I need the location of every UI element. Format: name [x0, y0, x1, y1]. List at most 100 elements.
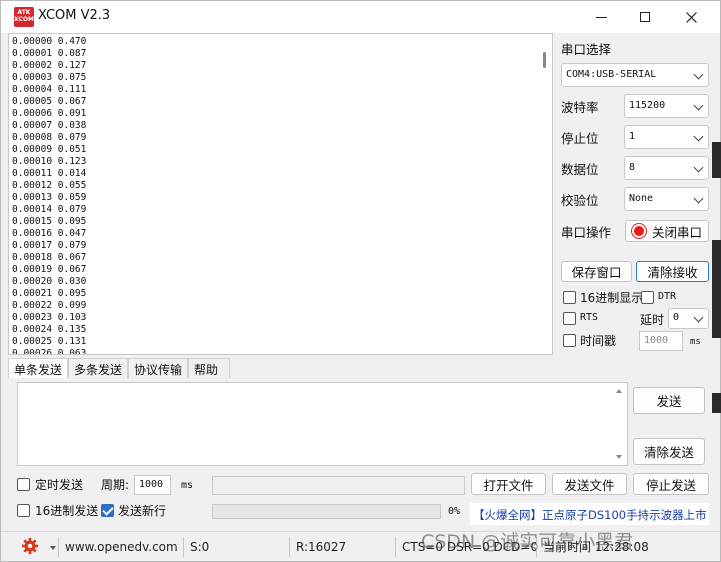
delay-label: 延时 — [640, 313, 665, 327]
receive-line: 0.00008 0.079 — [12, 132, 87, 143]
receive-line: 0.00016 0.047 — [12, 228, 87, 239]
receive-line: 0.00023 0.103 — [12, 312, 87, 323]
receive-line: 0.00024 0.135 — [12, 324, 87, 335]
ad-link[interactable]: 【火爆全网】正点原子DS100手持示波器上市 — [470, 503, 709, 525]
tab-single-send[interactable]: 单条发送 — [8, 358, 69, 378]
scroll-down-icon[interactable] — [616, 455, 622, 459]
port-label: 串口选择 — [561, 42, 612, 57]
receive-line: 0.00010 0.123 — [12, 156, 87, 167]
receive-line: 0.00000 0.470 — [12, 36, 87, 47]
scroll-up-icon[interactable] — [616, 389, 622, 393]
receive-textarea[interactable]: 0.00000 0.470 0.00001 0.087 0.00002 0.127 0… — [8, 33, 553, 355]
receive-line: 0.00017 0.079 — [12, 240, 87, 251]
stopbit-select[interactable]: 1 — [624, 125, 709, 149]
period-unit: ms — [181, 480, 194, 491]
maximize-icon[interactable] — [622, 1, 668, 33]
gear-icon[interactable] — [21, 537, 39, 555]
clear-send-button[interactable]: 清除发送 — [633, 438, 705, 465]
receive-line: 0.00014 0.079 — [12, 204, 87, 215]
dtr-label: DTR — [658, 291, 677, 302]
save-window-button[interactable]: 保存窗口 — [561, 261, 632, 282]
background-window-strip — [712, 240, 721, 338]
port-op-label: 串口操作 — [561, 225, 612, 240]
tab-protocol[interactable]: 协议传输 — [128, 358, 189, 378]
receive-line: 0.00018 0.067 — [12, 252, 87, 263]
timestamp-checkbox[interactable] — [563, 334, 576, 347]
website-link[interactable]: www.openedv.com — [58, 537, 181, 557]
receive-line: 0.00011 0.014 — [12, 168, 87, 179]
receive-line: 0.00006 0.091 — [12, 108, 87, 119]
stop-send-button[interactable]: 停止发送 — [633, 473, 709, 495]
baud-select-value: 115200 — [629, 100, 666, 111]
send-button[interactable]: 发送 — [633, 387, 705, 414]
open-file-button[interactable]: 打开文件 — [471, 473, 546, 495]
received-count: R:16027 — [289, 537, 393, 557]
databit-label: 数据位 — [561, 162, 599, 177]
send-file-button[interactable]: 发送文件 — [552, 473, 627, 495]
databit-select[interactable]: 8 — [624, 156, 709, 180]
receive-line: 0.00001 0.087 — [12, 48, 87, 59]
rts-label: RTS — [580, 312, 599, 323]
send-textarea[interactable] — [17, 382, 628, 466]
receive-line: 0.00020 0.030 — [12, 276, 87, 287]
baud-select[interactable]: 115200 — [624, 94, 709, 118]
stopbit-select-value: 1 — [629, 131, 636, 142]
send-scrollbar[interactable] — [612, 383, 627, 465]
clear-receive-button[interactable]: 清除接收 — [636, 261, 709, 282]
receive-scrollbar[interactable] — [537, 34, 552, 354]
close-port-label: 关闭串口 — [651, 224, 702, 240]
file-path-field — [212, 476, 465, 495]
chevron-down-icon — [693, 131, 704, 142]
app-logo-icon: ATK XCOM — [14, 7, 34, 27]
window-title: XCOM V2.3 — [38, 8, 111, 23]
timed-send-label: 定时发送 — [35, 478, 84, 492]
chevron-down-icon[interactable] — [50, 546, 56, 550]
send-newline-label: 发送新行 — [118, 504, 167, 518]
delay-select[interactable]: 0 — [668, 308, 709, 329]
hex-send-checkbox[interactable] — [17, 504, 30, 517]
hex-display-checkbox[interactable] — [563, 291, 576, 304]
parity-select-value: None — [629, 193, 654, 204]
watermark: CSDN @诚实可靠小黑君 — [421, 531, 634, 553]
tab-multi-send[interactable]: 多条发送 — [68, 358, 129, 378]
parity-select[interactable]: None — [624, 187, 709, 211]
receive-line: 0.00013 0.059 — [12, 192, 87, 203]
receive-line: 0.00012 0.055 — [12, 180, 87, 191]
rts-checkbox[interactable] — [563, 312, 576, 325]
port-select-value: COM4:USB-SERIAL — [566, 69, 657, 80]
receive-line: 0.00019 0.067 — [12, 264, 87, 275]
delay-select-value: 0 — [673, 312, 680, 323]
close-icon[interactable] — [668, 1, 714, 33]
tab-help[interactable]: 帮助 — [188, 358, 231, 378]
receive-line: 0.00021 0.095 — [12, 288, 87, 299]
minimize-icon[interactable] — [578, 1, 624, 33]
period-input[interactable]: 1000 — [134, 475, 171, 495]
port-select[interactable]: COM4:USB-SERIAL — [561, 63, 709, 87]
app-window: ATK XCOM XCOM V2.3 0.00000 0.470 0.00001 0… — [0, 0, 721, 562]
receive-lines: 0.00000 0.470 0.00001 0.087 0.00002 0.127 0… — [12, 36, 87, 354]
timestamp-input[interactable]: 1000 — [639, 331, 683, 351]
send-progress-text: 0% — [448, 506, 461, 517]
send-newline-checkbox[interactable] — [101, 504, 114, 517]
receive-line: 0.00009 0.051 — [12, 144, 87, 155]
background-window-strip — [712, 393, 721, 413]
parity-label: 校验位 — [561, 193, 599, 208]
period-label: 周期: — [101, 478, 130, 492]
timestamp-label: 时间戳 — [580, 334, 617, 348]
sent-count: S:0 — [183, 537, 287, 557]
receive-line: 0.00003 0.075 — [12, 72, 87, 83]
receive-line: 0.00004 0.111 — [12, 84, 87, 95]
chevron-down-icon — [693, 100, 704, 111]
hex-display-label: 16进制显示 — [580, 291, 644, 305]
stopbit-label: 停止位 — [561, 131, 599, 146]
receive-line: 0.00022 0.099 — [12, 300, 87, 311]
hex-send-label: 16进制发送 — [35, 504, 99, 518]
close-port-button[interactable]: 关闭串口 — [625, 220, 709, 242]
dtr-checkbox[interactable] — [641, 291, 654, 304]
send-progress-bar — [212, 504, 441, 519]
chevron-down-icon — [693, 312, 704, 323]
chevron-down-icon — [693, 69, 704, 80]
timed-send-checkbox[interactable] — [17, 478, 30, 491]
port-status-led-icon — [631, 224, 646, 238]
receive-line: 0.00015 0.095 — [12, 216, 87, 227]
